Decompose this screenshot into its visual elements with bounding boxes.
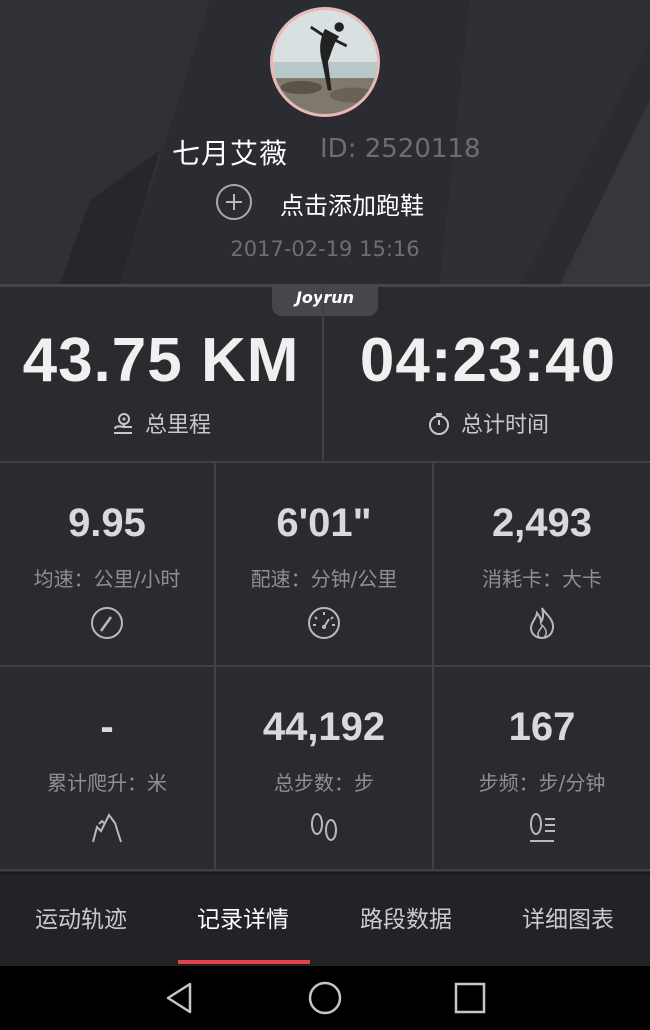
- speedometer-icon: [91, 607, 123, 639]
- back-icon[interactable]: [160, 978, 200, 1018]
- duration-label: 总计时间: [460, 413, 549, 438]
- stopwatch-icon: [428, 413, 449, 435]
- stat-pace: 6'01" 配速：分钟/公里: [216, 463, 434, 665]
- user-id: ID: 2520118: [320, 134, 481, 164]
- duration-value: 04:23:40: [359, 326, 617, 395]
- stat-elevation-gain: - 累计爬升：米: [0, 667, 216, 869]
- avg-speed-label: 均速：公里/小时: [33, 567, 181, 591]
- system-navigation-bar: [0, 966, 650, 1030]
- tab-track[interactable]: 运动轨迹: [0, 875, 162, 966]
- calories-value: 2,493: [491, 501, 593, 545]
- distance-label: 总里程: [144, 413, 211, 438]
- pace-label: 配速：分钟/公里: [250, 567, 398, 591]
- stat-total-time: 04:23:40 总计时间: [326, 287, 650, 461]
- add-shoe-label: 点击添加跑鞋: [280, 192, 424, 220]
- stat-total-distance: 43.75 KM 总里程: [0, 287, 324, 461]
- record-datetime: 2017-02-19 15:16: [230, 237, 420, 261]
- distance-value: 43.75 KM: [22, 326, 300, 395]
- gauge-icon: [308, 607, 340, 639]
- plus-circle-icon: [216, 184, 252, 220]
- cadence-value: 167: [508, 705, 576, 749]
- stat-total-steps: 44,192 总步数：步: [216, 667, 434, 869]
- elevation-label: 累计爬升：米: [47, 771, 167, 795]
- screen: 七月艾薇 ID: 2520118 点击添加跑鞋 2017-02-19 15:16…: [0, 0, 650, 1030]
- stat-calories: 2,493 消耗卡：大卡: [434, 463, 650, 665]
- primary-stats: 43.75 KM 总里程 04:23:40 总计时间: [0, 287, 650, 463]
- steps-value: 44,192: [262, 705, 386, 749]
- user-avatar[interactable]: [270, 7, 380, 117]
- mountain-icon: [92, 813, 122, 843]
- map-pin-icon: [113, 413, 132, 434]
- stats-row-2: - 累计爬升：米 44,192 总步数：步 167 步频：步/分钟: [0, 667, 650, 871]
- pace-value: 6'01": [276, 501, 372, 545]
- tab-segment-data[interactable]: 路段数据: [325, 875, 487, 966]
- stat-cadence: 167 步频：步/分钟: [434, 667, 650, 869]
- stat-average-speed: 9.95 均速：公里/小时: [0, 463, 216, 665]
- stats-row-1: 9.95 均速：公里/小时 6'01" 配速：分钟/公里 2,493 消耗卡：大…: [0, 463, 650, 667]
- username: 七月艾薇: [172, 137, 289, 170]
- record-tab-bar: 运动轨迹 记录详情 路段数据 详细图表: [0, 872, 650, 966]
- tab-record-details[interactable]: 记录详情: [162, 875, 324, 966]
- footsteps-rate-icon: [530, 813, 555, 842]
- active-tab-indicator: [178, 960, 310, 964]
- home-icon[interactable]: [305, 978, 345, 1018]
- elevation-value: -: [100, 705, 114, 749]
- steps-label: 总步数：步: [274, 771, 374, 795]
- flame-icon: [529, 607, 555, 640]
- tab-detailed-charts[interactable]: 详细图表: [487, 875, 649, 966]
- footprints-icon: [311, 813, 337, 841]
- recent-apps-icon[interactable]: [450, 978, 490, 1018]
- add-running-shoe-button[interactable]: 点击添加跑鞋: [216, 184, 456, 220]
- avg-speed-value: 9.95: [68, 501, 146, 545]
- cadence-label: 步频：步/分钟: [478, 771, 606, 795]
- profile-header: 七月艾薇 ID: 2520118 点击添加跑鞋 2017-02-19 15:16: [0, 0, 650, 284]
- calories-label: 消耗卡：大卡: [482, 567, 602, 591]
